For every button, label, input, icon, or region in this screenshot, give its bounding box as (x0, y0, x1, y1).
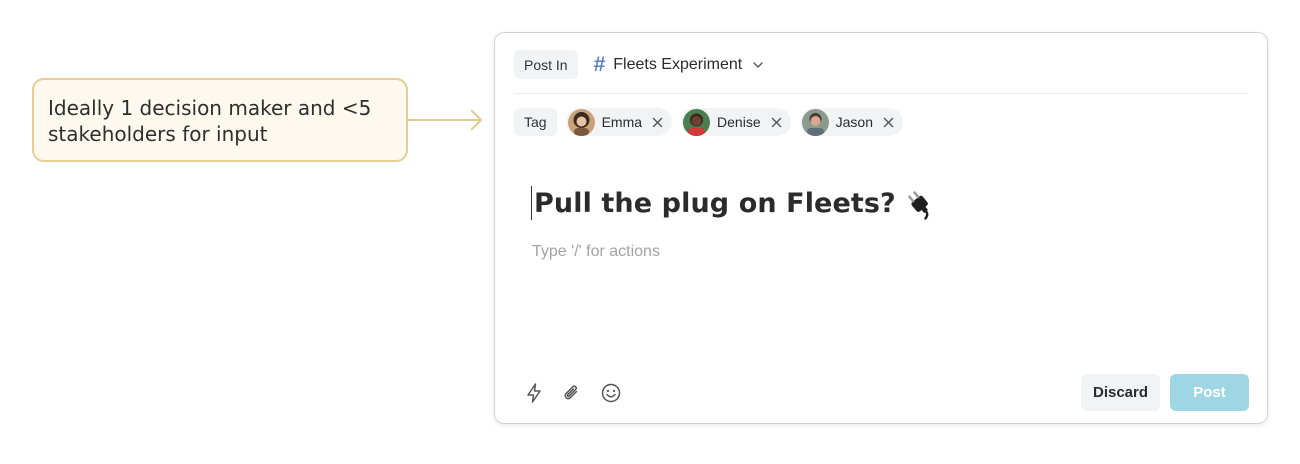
avatar (683, 108, 711, 136)
tag-name: Jason (835, 114, 873, 130)
post-in-label: Post In (514, 50, 578, 79)
post-title-field[interactable]: Pull the plug on Fleets? (531, 183, 936, 223)
tag-name: Denise (717, 114, 761, 130)
post-title: Pull the plug on Fleets? (534, 187, 896, 219)
annotation-callout: Ideally 1 decision maker and <5 stakehol… (32, 78, 408, 162)
avatar (567, 108, 595, 136)
tag-name: Emma (601, 114, 643, 130)
body-placeholder[interactable]: Type '/' for actions (532, 243, 660, 261)
channel-selector[interactable]: # Fleets Experiment (594, 54, 765, 75)
lightning-icon[interactable] (523, 382, 545, 404)
close-icon[interactable] (652, 117, 663, 128)
chevron-down-icon (753, 61, 763, 68)
arrow-right-icon (408, 110, 482, 130)
tag-chip-emma[interactable]: Emma (565, 108, 673, 136)
paperclip-icon[interactable] (561, 382, 583, 404)
post-in-row: Post In # Fleets Experiment (514, 50, 764, 79)
discard-button[interactable]: Discard (1081, 374, 1160, 411)
hash-icon: # (593, 53, 606, 76)
close-icon[interactable] (883, 117, 894, 128)
electric-plug-icon (907, 190, 929, 220)
smiley-icon[interactable] (600, 382, 622, 404)
avatar (801, 108, 829, 136)
post-button[interactable]: Post (1170, 374, 1249, 411)
channel-name: Fleets Experiment (613, 55, 743, 73)
close-icon[interactable] (771, 117, 782, 128)
tag-chip-jason[interactable]: Jason (799, 108, 903, 136)
divider (514, 93, 1248, 94)
tag-row: Tag Emma Denise Jason (514, 108, 903, 136)
callout-text: Ideally 1 decision maker and <5 stakehol… (48, 96, 372, 146)
text-cursor (531, 186, 532, 220)
post-composer: Post In # Fleets Experiment Tag Emma Den… (494, 32, 1268, 424)
tag-label: Tag (514, 108, 557, 136)
tag-chip-denise[interactable]: Denise (681, 108, 791, 136)
